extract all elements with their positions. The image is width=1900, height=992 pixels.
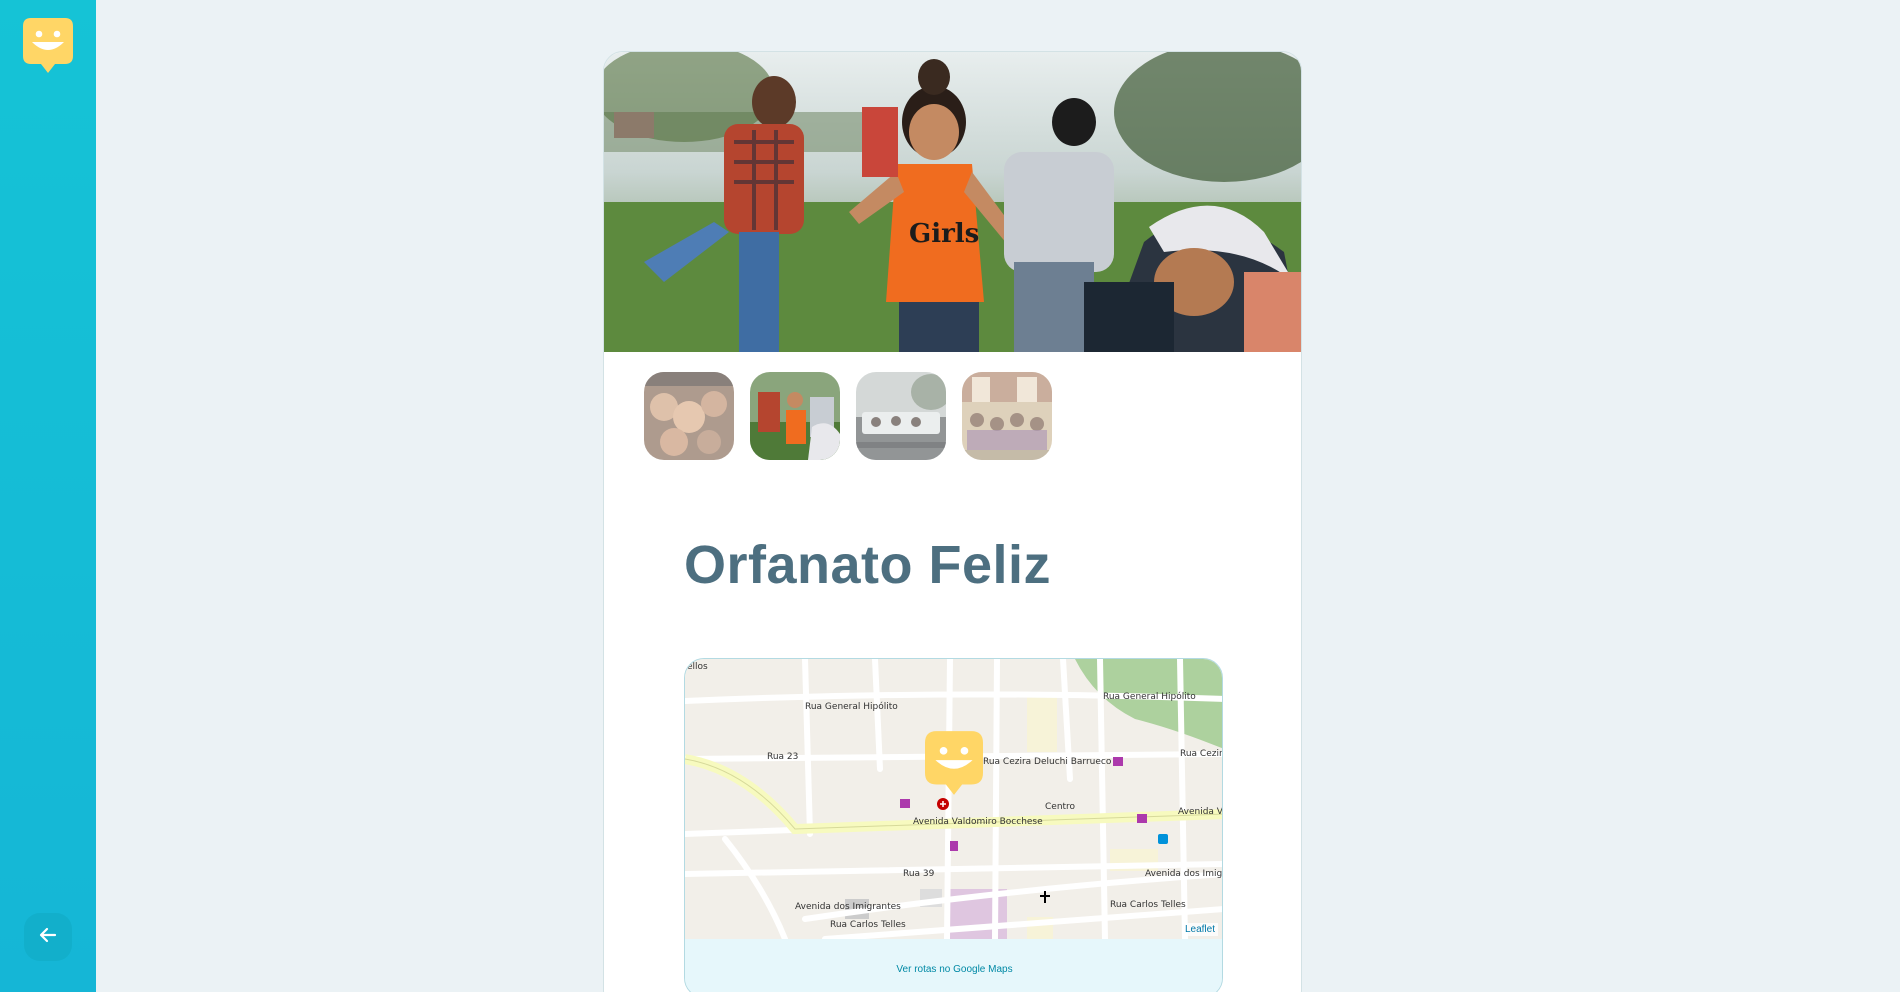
- svg-text:Rua Cezira Deluchi Barrueco: Rua Cezira Deluchi Barrueco: [983, 757, 1112, 767]
- svg-text:Avenida V: Avenida V: [1178, 807, 1223, 817]
- svg-text:Rua Carlos Telles: Rua Carlos Telles: [1110, 900, 1186, 910]
- sidebar: [0, 0, 96, 992]
- svg-text:Girls: Girls: [909, 219, 979, 249]
- map-widget: ellos Rua General Hipólito Rua General H…: [684, 658, 1223, 992]
- map[interactable]: ellos Rua General Hipólito Rua General H…: [685, 659, 1223, 942]
- thumbnail-image[interactable]: [750, 372, 840, 460]
- svg-text:ellos: ellos: [687, 662, 708, 672]
- svg-text:Rua 23: Rua 23: [767, 752, 798, 762]
- page-title: Orfanato Feliz: [684, 535, 1052, 595]
- google-maps-directions-link[interactable]: Ver rotas no Google Maps: [685, 939, 1222, 992]
- thumbnail-image[interactable]: [962, 372, 1052, 460]
- svg-text:Rua General Hipólito: Rua General Hipólito: [805, 701, 898, 712]
- thumbnail-image[interactable]: [644, 372, 734, 460]
- svg-text:Rua Carlos Telles: Rua Carlos Telles: [830, 920, 906, 930]
- svg-text:Rua Cezira: Rua Cezira: [1180, 749, 1223, 759]
- svg-text:Centro: Centro: [1045, 802, 1076, 812]
- thumbnail-image[interactable]: [856, 372, 946, 460]
- arrow-left-icon: [38, 925, 58, 949]
- svg-text:Rua General Hipólito: Rua General Hipólito: [1103, 691, 1196, 702]
- back-button[interactable]: [24, 913, 72, 961]
- happy-face-pin-icon[interactable]: [925, 731, 983, 795]
- thumbnail-list: [644, 372, 1052, 460]
- orphanage-details-card: Girls Orfanato Feliz ellos Rua General H…: [603, 51, 1302, 992]
- svg-text:Avenida Valdomiro Bocchese: Avenida Valdomiro Bocchese: [913, 817, 1043, 827]
- svg-text:Avenida dos Imigrantes: Avenida dos Imigrantes: [795, 902, 901, 912]
- happy-face-pin-icon[interactable]: [23, 18, 73, 73]
- hero-image: Girls: [604, 52, 1301, 352]
- leaflet-attribution-link[interactable]: Leaflet: [1181, 923, 1218, 936]
- svg-text:Rua 39: Rua 39: [903, 869, 935, 879]
- svg-text:Avenida dos Imigr: Avenida dos Imigr: [1145, 869, 1223, 879]
